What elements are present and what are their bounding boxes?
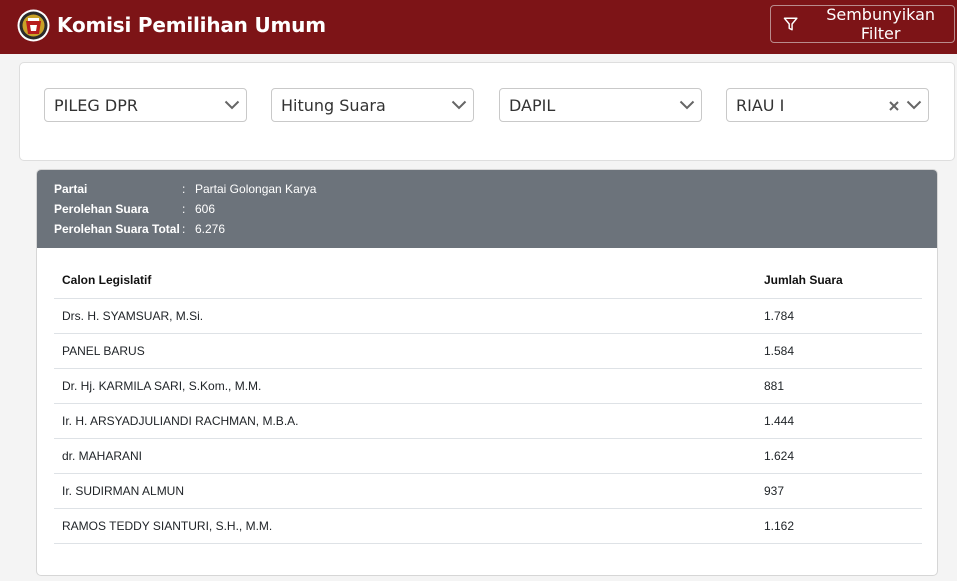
summary-colon: : bbox=[182, 222, 186, 236]
summary-value: 6.276 bbox=[195, 222, 226, 236]
count-type-select[interactable]: Hitung Suara bbox=[271, 88, 474, 122]
summary-value: 606 bbox=[195, 202, 216, 216]
select-value: PILEG DPR bbox=[54, 95, 138, 115]
candidate-name: dr. MAHARANI bbox=[54, 438, 756, 474]
candidate-votes: 1.784 bbox=[756, 298, 922, 334]
candidate-name: PANEL BARUS bbox=[54, 333, 756, 369]
column-header-candidate: Calon Legislatif bbox=[54, 263, 756, 299]
party-summary: Partai : Partai Golongan Karya Perolehan… bbox=[37, 170, 937, 248]
summary-colon: : bbox=[182, 182, 186, 196]
select-value: DAPIL bbox=[509, 95, 556, 115]
filter-panel: PILEG DPR Hitung Suara DAPIL RIAU I bbox=[19, 62, 955, 161]
app-title: Komisi Pemilihan Umum bbox=[57, 13, 326, 37]
select-value: Hitung Suara bbox=[281, 95, 386, 115]
election-type-select[interactable]: PILEG DPR bbox=[44, 88, 247, 122]
table-header-row: Calon Legislatif Jumlah Suara bbox=[54, 263, 922, 299]
candidate-votes: 1.584 bbox=[756, 333, 922, 369]
candidate-name: Dr. Hj. KARMILA SARI, S.Kom., M.M. bbox=[54, 368, 756, 404]
table-row: Dr. Hj. KARMILA SARI, S.Kom., M.M. 881 bbox=[54, 368, 922, 404]
hide-filter-button[interactable]: Sembunyikan Filter bbox=[770, 5, 955, 43]
table-row: Drs. H. SYAMSUAR, M.Si. 1.784 bbox=[54, 298, 922, 334]
candidate-votes: 1.444 bbox=[756, 403, 922, 439]
clear-icon[interactable] bbox=[888, 100, 900, 112]
region-level-select[interactable]: DAPIL bbox=[499, 88, 702, 122]
candidate-votes: 937 bbox=[756, 473, 922, 509]
candidates-table: Calon Legislatif Jumlah Suara Drs. H. SY… bbox=[54, 263, 922, 544]
candidate-votes: 1.162 bbox=[756, 508, 922, 544]
summary-row-total: Perolehan Suara Total : 6.276 bbox=[54, 222, 225, 238]
table-row: Ir. SUDIRMAN ALMUN 937 bbox=[54, 473, 922, 509]
table-row: PANEL BARUS 1.584 bbox=[54, 333, 922, 369]
table-row: Ir. H. ARSYADJULIANDI RACHMAN, M.B.A. 1.… bbox=[54, 403, 922, 439]
candidate-name: RAMOS TEDDY SIANTURI, S.H., M.M. bbox=[54, 508, 756, 544]
table-row: RAMOS TEDDY SIANTURI, S.H., M.M. 1.162 bbox=[54, 508, 922, 544]
result-panel: Partai : Partai Golongan Karya Perolehan… bbox=[36, 169, 938, 576]
summary-label: Perolehan Suara bbox=[54, 202, 149, 216]
candidate-votes: 1.624 bbox=[756, 438, 922, 474]
candidate-name: Ir. H. ARSYADJULIANDI RACHMAN, M.B.A. bbox=[54, 403, 756, 439]
chevron-down-icon bbox=[451, 100, 467, 110]
select-value: RIAU I bbox=[736, 95, 785, 115]
hide-filter-label: Sembunyikan Filter bbox=[826, 5, 936, 43]
summary-colon: : bbox=[182, 202, 186, 216]
chevron-down-icon bbox=[679, 100, 695, 110]
summary-row-votes: Perolehan Suara : 606 bbox=[54, 202, 215, 218]
kpu-logo-icon bbox=[17, 9, 50, 42]
chevron-down-icon bbox=[224, 100, 240, 110]
candidate-name: Drs. H. SYAMSUAR, M.Si. bbox=[54, 298, 756, 334]
summary-label: Perolehan Suara Total bbox=[54, 222, 180, 236]
summary-row-party: Partai : Partai Golongan Karya bbox=[54, 182, 316, 198]
candidate-name: Ir. SUDIRMAN ALMUN bbox=[54, 473, 756, 509]
candidate-votes: 881 bbox=[756, 368, 922, 404]
summary-value: Partai Golongan Karya bbox=[195, 182, 317, 196]
chevron-down-icon bbox=[906, 100, 922, 110]
filter-icon bbox=[783, 17, 798, 31]
column-header-votes: Jumlah Suara bbox=[756, 263, 922, 299]
summary-label: Partai bbox=[54, 182, 88, 196]
table-row: dr. MAHARANI 1.624 bbox=[54, 438, 922, 474]
app-header: Komisi Pemilihan Umum Sembunyikan Filter bbox=[0, 0, 957, 54]
electoral-district-select[interactable]: RIAU I bbox=[726, 88, 929, 122]
